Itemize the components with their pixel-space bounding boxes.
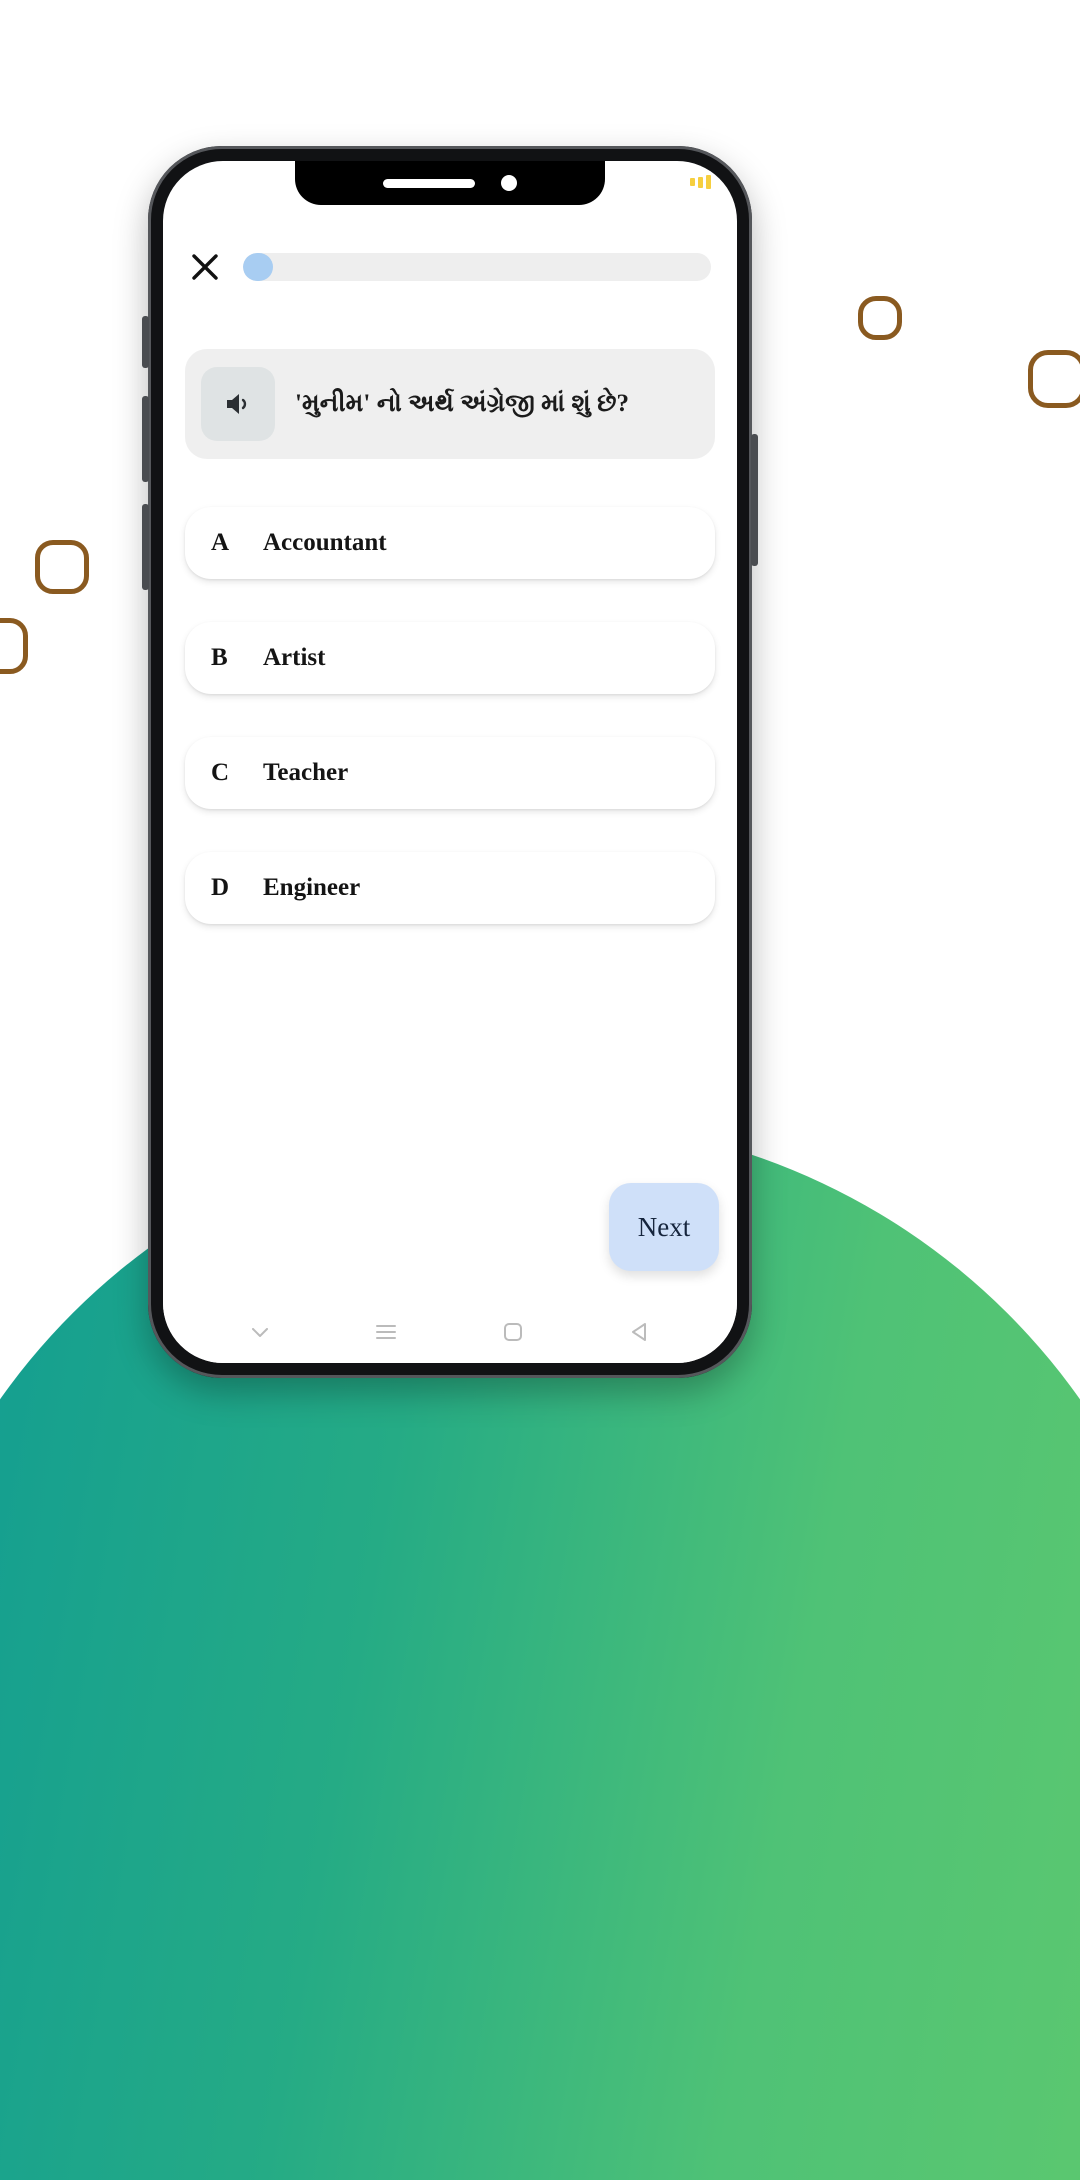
question-text: 'મુનીમ' નો અર્થ અંગ્રેજી માં શું છે? [295,390,630,418]
next-button-area: Next [185,924,719,1363]
option-letter: D [211,874,230,901]
option-label: Artist [263,644,326,671]
next-button[interactable]: Next [609,1183,719,1271]
option-label: Engineer [263,874,361,901]
answer-option-d[interactable]: D Engineer [185,852,715,924]
next-button-label: Next [637,1211,691,1242]
menu-icon[interactable] [372,1318,400,1346]
phone-screen: 'મુનીમ' નો અર્થ અંગ્રેજી માં શું છે? A A… [163,161,737,1363]
status-bar-icons [690,175,711,189]
back-triangle-icon[interactable] [626,1318,654,1346]
decorative-square-right-lower [1028,350,1080,408]
android-navigation-bar [163,1301,737,1363]
phone-notch [295,161,605,205]
option-label: Accountant [263,529,387,556]
speaker-icon[interactable] [201,367,275,441]
answer-option-b[interactable]: B Artist [185,622,715,694]
phone-button-power [751,434,758,566]
close-icon[interactable] [189,251,221,283]
option-letter: A [211,529,230,556]
quiz-app: 'મુનીમ' નો અર્થ અંગ્રેજી માં શું છે? A A… [163,161,737,1363]
chevron-down-icon[interactable] [247,1319,273,1345]
home-square-icon[interactable] [499,1318,527,1346]
quiz-progress-bar[interactable] [243,253,711,281]
decorative-square-right-upper [858,296,902,340]
answer-option-a[interactable]: A Accountant [185,507,715,579]
phone-button-volume-down [142,504,149,590]
answer-option-c[interactable]: C Teacher [185,737,715,809]
answer-options-list: A Accountant B Artist C Teacher D Engine… [185,507,715,924]
app-topbar [185,237,715,297]
option-letter: B [211,644,228,671]
option-letter: C [211,759,230,786]
phone-mockup: 'મુનીમ' નો અર્થ અંગ્રેજી માં શું છે? A A… [142,146,758,1378]
phone-button-silent [142,316,149,368]
quiz-progress-fill [243,253,273,281]
front-camera [501,175,517,191]
phone-button-volume-up [142,396,149,482]
decorative-square-left-lower [0,618,28,674]
decorative-square-left-upper [35,540,89,594]
earpiece-speaker [383,178,475,188]
option-label: Teacher [263,759,349,786]
question-card: 'મુનીમ' નો અર્થ અંગ્રેજી માં શું છે? [185,349,715,459]
